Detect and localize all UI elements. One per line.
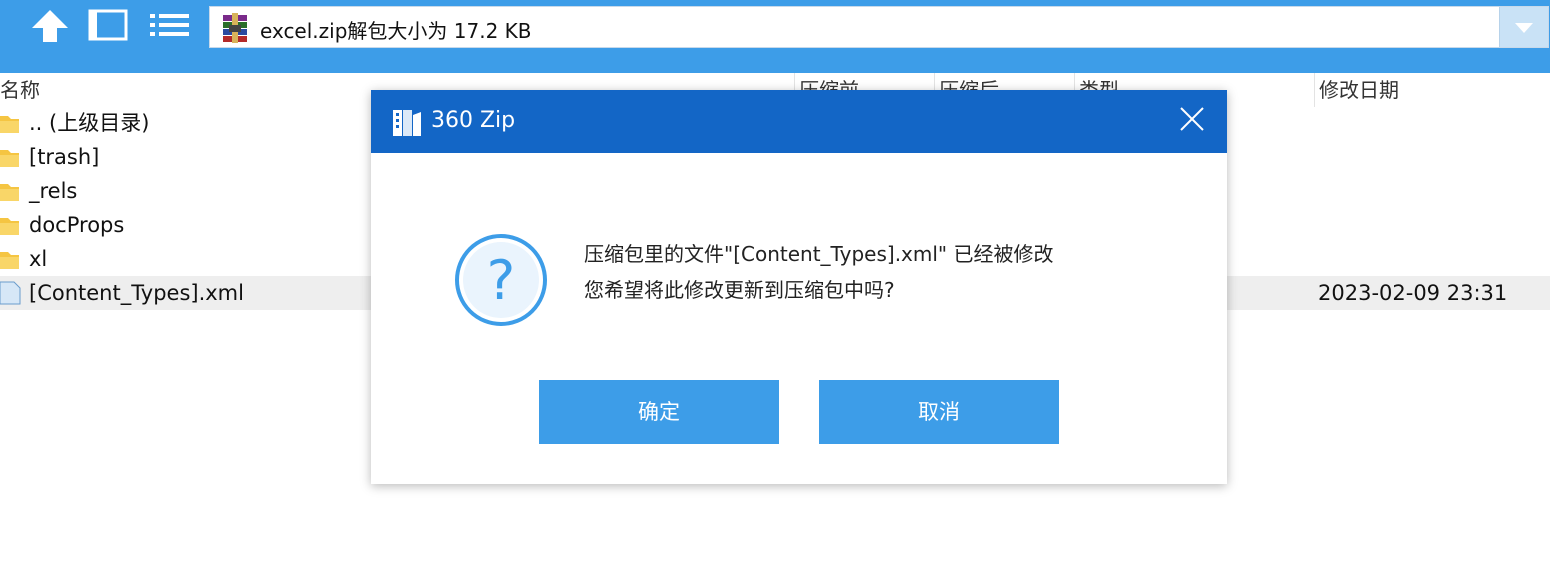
file-name: .. (上级目录) <box>29 111 150 135</box>
file-name: [Content_Types].xml <box>29 281 244 305</box>
file-icon <box>0 281 21 305</box>
address-dropdown[interactable] <box>1499 7 1548 47</box>
file-name: _rels <box>29 179 78 203</box>
ok-button[interactable]: 确定 <box>539 380 779 444</box>
dialog-title-bar: 360 Zip <box>371 90 1227 153</box>
dialog-message: 压缩包里的文件"[Content_Types].xml" 已经被修改 您希望将此… <box>584 236 1054 308</box>
window-view-icon[interactable] <box>88 8 128 44</box>
address-text: excel.zip解包大小为 17.2 KB <box>260 19 532 43</box>
file-name: xl <box>29 247 48 271</box>
folder-icon <box>0 184 19 201</box>
file-name: [trash] <box>29 145 100 169</box>
chevron-down-icon <box>1515 23 1533 33</box>
folder-icon <box>0 218 19 235</box>
folder-icon <box>0 150 19 167</box>
cancel-button[interactable]: 取消 <box>819 380 1059 444</box>
toolbar: excel.zip解包大小为 17.2 KB <box>0 0 1550 73</box>
update-archive-dialog: 360 Zip ? 压缩包里的文件"[Content_Types].xml" 已… <box>371 90 1227 484</box>
up-arrow-icon[interactable] <box>30 8 70 44</box>
winrar-archive-icon <box>220 13 250 43</box>
dialog-message-line1: 压缩包里的文件"[Content_Types].xml" 已经被修改 <box>584 242 1054 266</box>
360zip-logo-icon <box>393 110 421 136</box>
folder-icon <box>0 252 19 269</box>
file-name: docProps <box>29 213 125 237</box>
list-view-icon[interactable] <box>148 8 189 44</box>
file-modified-date: 2023-02-09 23:31 <box>1318 281 1508 305</box>
close-icon[interactable] <box>1179 106 1205 132</box>
column-modified[interactable]: 修改日期 <box>1314 73 1550 107</box>
folder-icon <box>0 116 19 133</box>
svg-text:?: ? <box>487 249 516 312</box>
question-icon: ? <box>455 234 547 326</box>
dialog-message-line2: 您希望将此修改更新到压缩包中吗? <box>584 278 895 302</box>
address-bar[interactable]: excel.zip解包大小为 17.2 KB <box>209 6 1549 48</box>
dialog-title: 360 Zip <box>431 108 516 133</box>
